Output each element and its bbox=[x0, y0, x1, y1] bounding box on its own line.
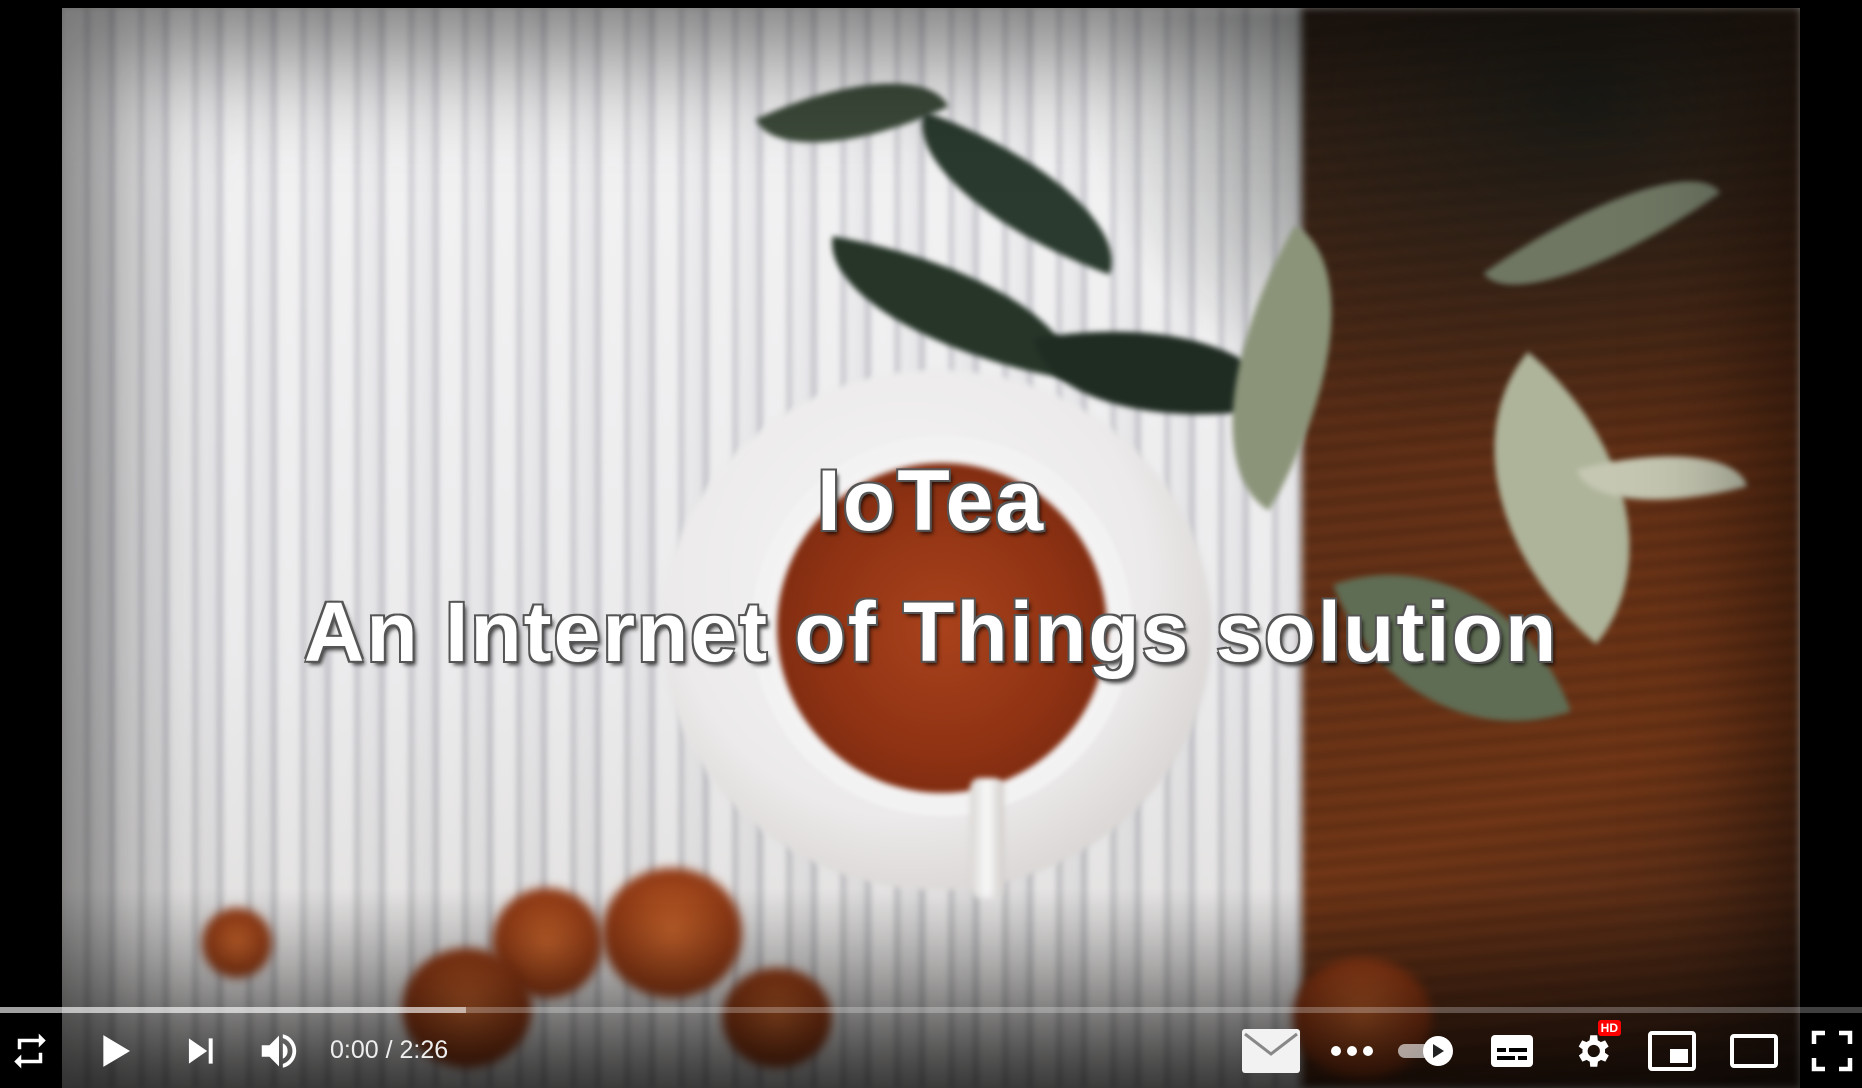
autoplay-toggle[interactable] bbox=[1394, 1013, 1458, 1088]
time-separator: / bbox=[378, 1036, 400, 1064]
volume-button[interactable] bbox=[250, 1013, 308, 1088]
settings-button[interactable]: HD bbox=[1566, 1013, 1621, 1088]
settings-icon: HD bbox=[1571, 1019, 1621, 1072]
subtitles-button[interactable] bbox=[1486, 1013, 1538, 1088]
fullscreen-button[interactable] bbox=[1808, 1013, 1856, 1088]
video-player[interactable]: IoTea An Internet of Things solution 0:0… bbox=[0, 0, 1862, 1088]
more-icon bbox=[1330, 1045, 1374, 1057]
current-time: 0:00 bbox=[330, 1036, 379, 1064]
miniplayer-icon bbox=[1648, 1030, 1696, 1071]
volume-icon bbox=[256, 1028, 302, 1074]
play-icon bbox=[95, 1031, 135, 1071]
fullscreen-icon bbox=[1811, 1030, 1853, 1072]
mail-icon bbox=[1241, 1028, 1301, 1074]
duration: 2:26 bbox=[399, 1036, 449, 1064]
subtitles-icon bbox=[1490, 1033, 1534, 1069]
loop-icon bbox=[9, 1030, 51, 1072]
theater-mode-icon bbox=[1730, 1033, 1778, 1068]
miniplayer-button[interactable] bbox=[1646, 1013, 1698, 1088]
hd-badge: HD bbox=[1597, 1019, 1621, 1036]
next-icon bbox=[181, 1032, 219, 1070]
control-bar: 0:00 / 2:26 HD bbox=[0, 1013, 1862, 1088]
more-button[interactable] bbox=[1328, 1013, 1376, 1088]
loop-button[interactable] bbox=[4, 1013, 56, 1088]
play-button[interactable] bbox=[86, 1013, 144, 1088]
video-subtitle-text: An Internet of Things solution bbox=[303, 585, 1559, 679]
time-display: 0:00 / 2:26 bbox=[330, 1013, 448, 1088]
theater-mode-button[interactable] bbox=[1726, 1013, 1782, 1088]
autoplay-toggle-icon bbox=[1396, 1035, 1456, 1067]
email-share-button[interactable] bbox=[1240, 1013, 1302, 1088]
video-title-text: IoTea bbox=[816, 453, 1046, 549]
next-button[interactable] bbox=[174, 1013, 226, 1088]
